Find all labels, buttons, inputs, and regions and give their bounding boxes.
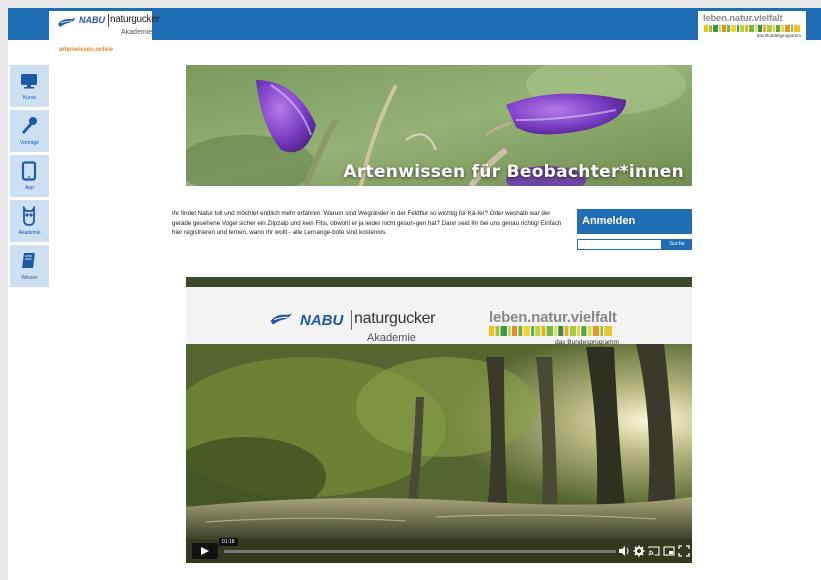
sidebar: Kurse Vorträge App Akademie Wissen bbox=[10, 65, 49, 290]
sidebar-item-wissen[interactable]: Wissen bbox=[10, 245, 49, 287]
sidebar-item-label: Kurse bbox=[22, 95, 37, 101]
sidebar-item-kurse[interactable]: Kurse bbox=[10, 65, 49, 107]
logo-nabu-text: NABU bbox=[79, 15, 105, 25]
search-button[interactable]: Suche bbox=[662, 239, 692, 250]
fullscreen-icon[interactable] bbox=[678, 545, 690, 557]
sidebar-item-vortraege[interactable]: Vorträge bbox=[10, 110, 49, 152]
video-logo-separator bbox=[351, 310, 352, 330]
site-url-link[interactable]: artenwissen.online bbox=[59, 47, 113, 53]
monitor-icon bbox=[21, 74, 37, 89]
logo-akademie-text: Akademie bbox=[121, 29, 153, 36]
video-partner-stripes bbox=[489, 326, 612, 336]
cast-icon[interactable] bbox=[648, 545, 660, 557]
logo-naturgucker-text: naturgucker bbox=[110, 14, 160, 25]
sidebar-item-label: Akademie bbox=[18, 230, 41, 236]
book-icon bbox=[22, 253, 35, 268]
logo-separator bbox=[108, 14, 109, 27]
volume-icon[interactable] bbox=[618, 545, 630, 557]
video-logo-banner: NABU naturgucker Akademie leben.natur.vi… bbox=[186, 287, 692, 346]
video-time: 01:18 bbox=[219, 538, 238, 546]
video-partner-subtitle: das Bundesprogramm bbox=[555, 339, 619, 346]
nabu-bird-icon bbox=[270, 312, 293, 325]
video-logo-naturgucker: naturgucker bbox=[354, 310, 436, 327]
sidebar-item-akademie[interactable]: Akademie bbox=[10, 200, 49, 242]
partner-logo-subtitle: das Bundesprogramm bbox=[756, 33, 801, 38]
intro-text: Ihr findet Natur toll und möchtet endlic… bbox=[172, 210, 562, 237]
picture-in-picture-icon[interactable] bbox=[663, 545, 675, 557]
owl-icon bbox=[23, 206, 35, 226]
partner-logo-title: leben.natur.vielfalt bbox=[703, 13, 783, 24]
progress-bar[interactable] bbox=[224, 550, 616, 553]
microphone-icon bbox=[22, 117, 37, 134]
settings-gear-icon[interactable] bbox=[633, 545, 645, 557]
video-logo-akademie: Akademie bbox=[367, 332, 416, 344]
video-player[interactable]: NABU naturgucker Akademie leben.natur.vi… bbox=[186, 277, 692, 563]
sidebar-item-label: Vorträge bbox=[20, 140, 39, 146]
video-partner-title: leben.natur.vielfalt bbox=[489, 309, 617, 326]
hero-banner: Artenwissen für Beobachter*innen bbox=[186, 65, 692, 186]
sidebar-item-app[interactable]: App bbox=[10, 155, 49, 197]
tablet-icon bbox=[21, 161, 37, 181]
partner-logo[interactable]: leben.natur.vielfalt das Bundesprogramm bbox=[698, 11, 806, 42]
hero-title: Artenwissen für Beobachter*innen bbox=[343, 162, 684, 182]
nabu-naturgucker-logo[interactable]: NABU naturgucker Akademie bbox=[49, 11, 160, 42]
search-input[interactable] bbox=[577, 239, 662, 250]
video-controls: 01:18 bbox=[186, 538, 692, 563]
sidebar-item-label: Wissen bbox=[21, 275, 38, 281]
nabu-bird-icon bbox=[58, 17, 76, 27]
login-button[interactable]: Anmelden bbox=[577, 209, 692, 234]
play-icon bbox=[201, 547, 209, 555]
login-button-label: Anmelden bbox=[582, 215, 636, 227]
partner-stripes bbox=[704, 25, 800, 32]
sidebar-item-label: App bbox=[25, 185, 34, 191]
play-button[interactable] bbox=[192, 543, 218, 559]
video-logo-nabu: NABU bbox=[300, 312, 344, 329]
